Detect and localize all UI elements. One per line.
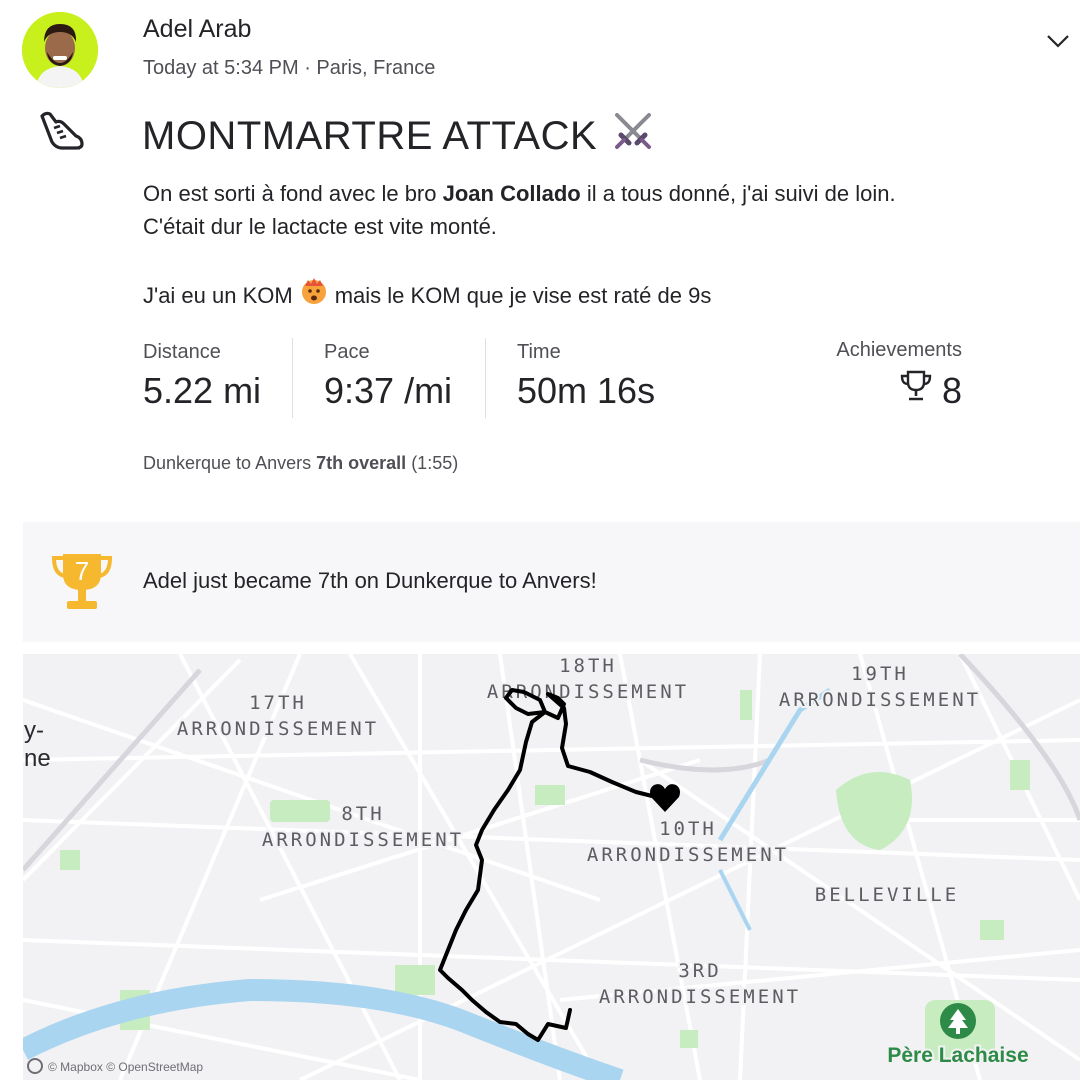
segment-time: (1:55) bbox=[411, 453, 459, 473]
map-label: ARRONDISSEMENT bbox=[177, 718, 379, 740]
map-label: 8TH bbox=[341, 803, 384, 825]
athlete-photo bbox=[22, 12, 98, 88]
map-label: ARRONDISSEMENT bbox=[587, 844, 789, 866]
stat-label: Pace bbox=[324, 341, 370, 363]
stat-label: Time bbox=[517, 341, 561, 363]
map-label: ARRONDISSEMENT bbox=[262, 829, 464, 851]
map-label: 17TH bbox=[249, 692, 307, 714]
crossed-swords-icon bbox=[611, 109, 655, 163]
segment-result[interactable]: Dunkerque to Anvers 7th overall (1:55) bbox=[143, 453, 458, 474]
map-canvas: 18TH ARRONDISSEMENT 19TH ARRONDISSEMENT … bbox=[23, 654, 1080, 1080]
map-attribution[interactable]: © Mapbox © OpenStreetMap bbox=[48, 1060, 203, 1074]
segment-rank: 7th overall bbox=[316, 453, 407, 473]
avatar[interactable] bbox=[22, 12, 98, 88]
activity-title-text: MONTMARTRE ATTACK bbox=[142, 113, 598, 158]
athlete-name[interactable]: Adel Arab bbox=[143, 15, 251, 44]
achievements-count: 8 bbox=[800, 368, 962, 413]
map-label: ARRONDISSEMENT bbox=[779, 689, 981, 711]
activity-description-paragraph-1: On est sorti à fond avec le bro Joan Col… bbox=[143, 177, 963, 243]
achievements-value: 8 bbox=[941, 369, 962, 411]
stat-label: Achievements bbox=[836, 339, 962, 361]
stat-time: Time 50m 16s bbox=[517, 341, 655, 412]
desc-text-1: On est sorti à fond avec le bro bbox=[143, 181, 443, 206]
map-label: ARRONDISSEMENT bbox=[599, 986, 801, 1008]
desc-text-3: J'ai eu un KOM bbox=[143, 283, 293, 308]
stat-value: 50m 16s bbox=[517, 370, 656, 411]
running-shoe-icon bbox=[36, 108, 86, 154]
crown-face-icon bbox=[299, 276, 329, 315]
stat-label: Distance bbox=[143, 341, 221, 363]
trophy-rank-number: 7 bbox=[74, 556, 90, 586]
stat-value: 5.22 mi bbox=[143, 370, 262, 411]
mention-joan-collado[interactable]: Joan Collado bbox=[443, 181, 581, 206]
chevron-down-icon[interactable] bbox=[1040, 28, 1076, 56]
activity-title[interactable]: MONTMARTRE ATTACK bbox=[142, 109, 655, 163]
activity-description-paragraph-2: J'ai eu un KOM mais le KOM que je vise e… bbox=[143, 276, 963, 315]
stat-divider bbox=[292, 338, 293, 418]
map-label: y- bbox=[24, 717, 44, 744]
map-label: BELLEVILLE bbox=[815, 884, 959, 906]
map-label-pere-lachaise: Père Lachaise bbox=[887, 1044, 1028, 1067]
route-map[interactable]: 18TH ARRONDISSEMENT 19TH ARRONDISSEMENT … bbox=[23, 654, 1080, 1080]
stat-value: 9:37 /mi bbox=[324, 370, 453, 411]
stat-pace: Pace 9:37 /mi bbox=[324, 341, 452, 412]
map-label: 10TH bbox=[659, 818, 717, 840]
map-label: 19TH bbox=[851, 663, 909, 685]
stat-distance: Distance 5.22 mi bbox=[143, 341, 261, 412]
segment-name: Dunkerque to Anvers bbox=[143, 453, 312, 473]
map-label: ne bbox=[24, 745, 51, 772]
activity-date-location: Today at 5:34 PM · Paris, France bbox=[143, 57, 436, 79]
trophy-icon bbox=[898, 368, 934, 413]
map-label: 18TH bbox=[559, 655, 617, 677]
map-label: 3RD bbox=[678, 960, 721, 982]
desc-text-4: mais le KOM que je vise est raté de 9s bbox=[334, 283, 712, 308]
stat-achievements[interactable]: Achievements 8 bbox=[800, 339, 962, 413]
stat-divider bbox=[485, 338, 486, 418]
achievement-banner-text: Adel just became 7th on Dunkerque to Anv… bbox=[143, 568, 597, 593]
